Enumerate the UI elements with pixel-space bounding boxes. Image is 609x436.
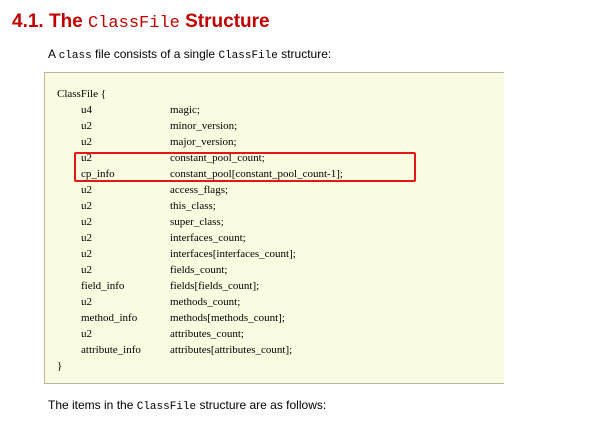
field-type: u2 [81, 216, 92, 228]
field-name: access_flags; [170, 184, 229, 196]
code-field-line: u2 fields_count; [57, 262, 227, 278]
code-open-text: ClassFile { [57, 88, 106, 100]
intro-prefix: A [48, 47, 59, 61]
code-block: ClassFile { u4 magic; u2 minor_version; u2 ma… [44, 72, 504, 384]
field-type: method_info [81, 312, 138, 324]
outro-suffix: structure are as follows: [196, 398, 327, 412]
field-type: u2 [81, 248, 92, 260]
code-field-line: u2 interfaces[interfaces_count]; [57, 246, 296, 262]
field-type: u2 [81, 200, 92, 212]
code-field-line: u2 methods_count; [57, 294, 240, 310]
intro-middle: file consists of a single [91, 47, 219, 61]
code-lines: ClassFile { u4 magic; u2 minor_version; u2 ma… [57, 86, 343, 374]
code-close-text: } [57, 360, 63, 372]
intro-suffix: structure: [277, 47, 332, 61]
highlight-box [74, 152, 416, 182]
heading-number: 4.1. The [12, 11, 89, 32]
code-field-line: u2 minor_version; [57, 118, 237, 134]
field-name: magic; [170, 104, 200, 116]
field-type: u2 [81, 296, 92, 308]
field-name: minor_version; [170, 120, 238, 132]
code-field-line: u2 this_class; [57, 198, 216, 214]
field-type: field_info [81, 280, 125, 292]
intro-paragraph: A class file consists of a single ClassF… [48, 46, 331, 64]
code-open-line: ClassFile { [57, 86, 106, 102]
code-field-line: u2 attributes_count; [57, 326, 244, 342]
field-name: interfaces[interfaces_count]; [170, 248, 296, 260]
code-close-line: } [57, 358, 106, 374]
field-name: super_class; [170, 216, 224, 228]
field-name: this_class; [170, 200, 216, 212]
section-heading: 4.1. The ClassFile Structure [12, 9, 270, 37]
code-field-line: u2 interfaces_count; [57, 230, 246, 246]
code-field-line: u4 magic; [57, 102, 200, 118]
heading-code: ClassFile [88, 14, 180, 33]
field-type: u2 [81, 328, 92, 340]
outro-prefix: The items in the [48, 398, 137, 412]
field-name: major_version; [170, 136, 237, 148]
intro-code-class: class [58, 50, 92, 62]
field-type: u2 [81, 120, 92, 132]
field-name: interfaces_count; [170, 232, 246, 244]
field-name: attributes_count; [170, 328, 244, 340]
heading-suffix: Structure [179, 11, 270, 32]
intro-code-classfile: ClassFile [218, 50, 278, 62]
field-name: attributes[attributes_count]; [170, 344, 293, 356]
code-field-line: u2 super_class; [57, 214, 224, 230]
code-field-line: field_info fields[fields_count]; [57, 278, 259, 294]
field-lines: u4 magic; u2 minor_version; u2 major_version;… [57, 102, 343, 358]
code-field-line: attribute_info attributes[attributes_coun… [57, 342, 292, 358]
field-type: u4 [81, 104, 92, 116]
field-type: u2 [81, 184, 92, 196]
field-type: u2 [81, 264, 92, 276]
outro-paragraph: The items in the ClassFile structure are… [48, 397, 326, 415]
field-name: methods[methods_count]; [170, 312, 285, 324]
outro-code-classfile: ClassFile [136, 401, 197, 413]
field-name: fields[fields_count]; [170, 280, 260, 292]
field-type: attribute_info [81, 344, 141, 356]
code-field-line: u2 major_version; [57, 134, 237, 150]
code-field-line: u2 access_flags; [57, 182, 228, 198]
field-name: methods_count; [170, 296, 241, 308]
code-field-line: method_info methods[methods_count]; [57, 310, 285, 326]
field-name: fields_count; [170, 264, 228, 276]
field-type: u2 [81, 232, 92, 244]
field-type: u2 [81, 136, 92, 148]
